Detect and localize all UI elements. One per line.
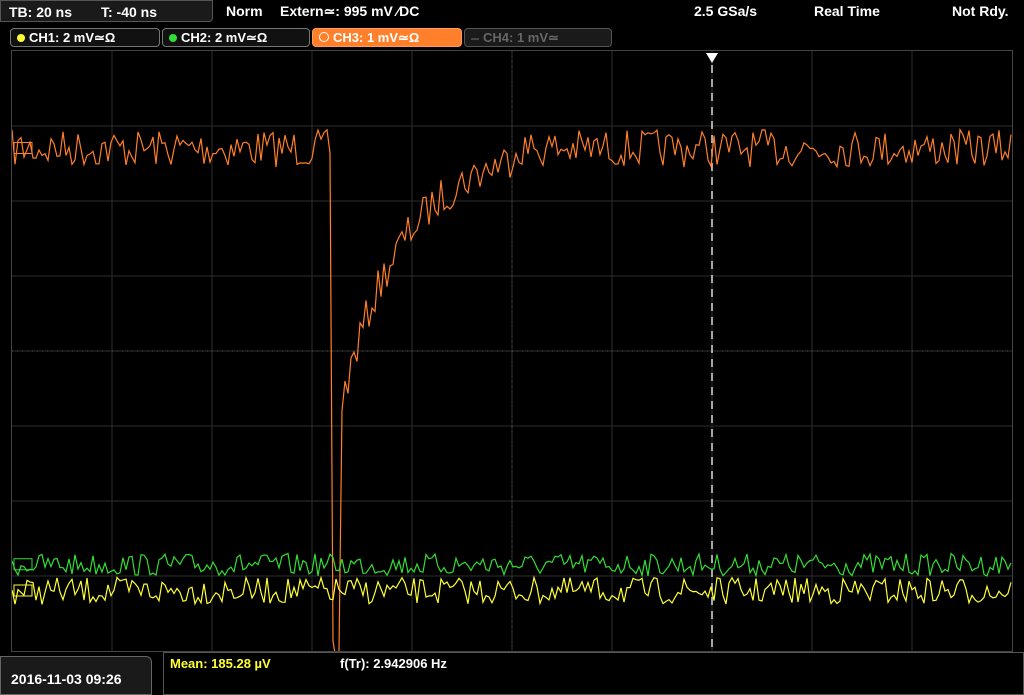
trigger-mode[interactable]: Norm <box>226 3 263 19</box>
timebase-label: TB: 20 ns <box>9 4 73 20</box>
date-box: 2016-11-03 09:26 <box>0 656 152 695</box>
ch4-label: CH4: 1 mV≃ <box>483 30 559 45</box>
ch3-label: CH3: 1 mV≃Ω <box>333 30 420 45</box>
ch4-indicator-icon <box>471 37 479 40</box>
ch1-label: CH1: 2 mV≃Ω <box>29 30 116 45</box>
ch2-indicator-icon <box>169 34 177 42</box>
frequency-measurement: f(Tr): 2.942906 Hz <box>340 656 447 671</box>
waveform-plot <box>11 51 1012 661</box>
top-status-bar: TB: 20 ns T: -40 ns Norm Extern≃: 995 mV… <box>0 0 1024 24</box>
channel-tab-ch3[interactable]: CH3: 1 mV≃Ω <box>312 28 462 47</box>
trigger-position-label: T: -40 ns <box>101 4 158 20</box>
trigger-status: Not Rdy. <box>952 3 1009 19</box>
trigger-arrow-icon <box>706 53 718 63</box>
ground-marker-ch2 <box>13 558 33 571</box>
channel-tab-ch4[interactable]: CH4: 1 mV≃ <box>464 28 612 47</box>
channel-tab-ch1[interactable]: CH1: 2 mV≃Ω <box>10 28 160 47</box>
mean-measurement: Mean: 185.28 µV <box>170 656 271 671</box>
footer-bar: 2016-11-03 09:26 Mean: 185.28 µV f(Tr): … <box>0 652 1024 695</box>
ch1-indicator-icon <box>17 34 25 42</box>
sample-rate: 2.5 GSa/s <box>694 3 758 19</box>
measurement-panel[interactable]: Mean: 185.28 µV f(Tr): 2.942906 Hz <box>163 652 1024 695</box>
channel-tab-ch2[interactable]: CH2: 2 mV≃Ω <box>162 28 310 47</box>
timebase-box[interactable]: TB: 20 ns T: -40 ns <box>0 0 213 22</box>
date-time: 2016-11-03 09:26 <box>11 671 122 687</box>
ch2-label: CH2: 2 mV≃Ω <box>181 30 268 45</box>
channel-bar: CH1: 2 mV≃Ω CH2: 2 mV≃Ω CH3: 1 mV≃Ω CH4:… <box>0 24 1024 50</box>
acquisition-mode: Real Time <box>814 3 880 19</box>
waveform-display[interactable] <box>11 50 1013 661</box>
trigger-source[interactable]: Extern≃: 995 mV ∕DC <box>280 3 419 20</box>
ch3-indicator-icon <box>319 32 329 42</box>
